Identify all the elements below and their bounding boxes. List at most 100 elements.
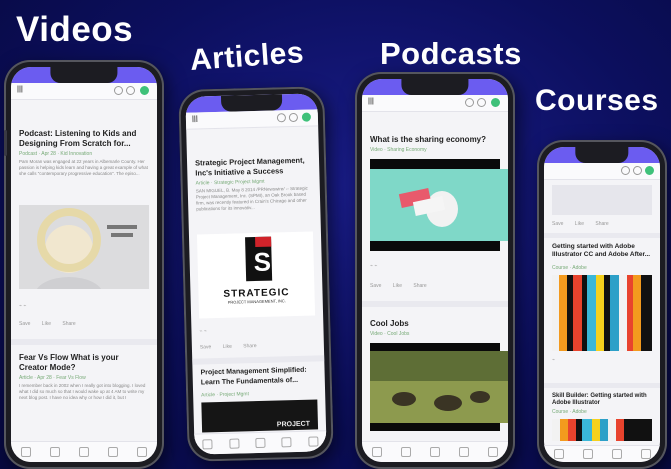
notch [575,147,629,163]
card-title[interactable]: What is the sharing economy? [370,135,500,145]
bottom-nav [11,441,157,462]
card-text: SAN MIGUEL, B. May 8 2014 /PRNewswire/ -… [195,185,308,212]
profile-icon[interactable] [491,98,500,107]
home-icon[interactable] [202,439,213,450]
view-count: ⌁ ⌁ [370,263,378,269]
profile-icon[interactable] [645,166,654,175]
search-icon[interactable] [276,113,287,123]
app-bar: ||| [11,83,157,100]
search-icon[interactable] [465,98,474,107]
headline-articles: Articles [188,36,306,77]
bottom-nav [544,445,660,462]
card-title[interactable]: Getting started with Adobe Illustrator C… [552,243,652,259]
share-button[interactable]: Share [243,343,256,349]
card-title[interactable]: Skill Builder: Getting started with Adob… [552,393,652,407]
app-bar: ||| [185,109,319,130]
view-count: ⌁ [552,357,556,363]
save-button[interactable]: Save [200,344,212,350]
people-icon[interactable] [640,449,651,459]
notification-icon[interactable] [288,112,299,123]
search-icon[interactable] [114,86,123,95]
article-image[interactable]: S STRATEGIC PROJECT MANAGEMENT, INC. [196,231,316,319]
library-icon[interactable] [255,437,266,449]
video-thumbnail[interactable] [370,159,508,251]
save-button[interactable]: Save [552,221,563,227]
people-icon[interactable] [281,437,292,448]
home-icon[interactable] [371,447,382,457]
video-thumbnail[interactable] [19,205,149,289]
share-button[interactable]: Share [595,221,608,227]
people-icon[interactable] [108,447,119,457]
notch [401,79,469,95]
card-title[interactable]: Strategic Project Management, Inc's Init… [195,156,311,179]
bottom-nav [194,430,327,455]
card-title[interactable]: Project Management Simplified: Learn The… [200,365,316,388]
course-thumbnail[interactable] [552,419,652,441]
explore-icon[interactable] [228,438,240,449]
phone-courses-screen: Save Like Share Getting started with Ado… [544,147,660,462]
card-actions: Save Like Share [552,221,652,227]
notification-icon[interactable] [126,86,135,95]
bottom-nav [362,441,508,462]
home-icon[interactable] [20,447,31,457]
card-divider [11,339,157,345]
article-banner[interactable]: PROJECT [201,399,319,433]
home-icon[interactable] [553,449,564,459]
svg-text:S: S [253,247,271,277]
phone-courses: Save Like Share Getting started with Ado… [537,140,667,469]
card-title[interactable]: Podcast: Listening to Kids and Designing… [19,129,149,149]
menu-icon[interactable] [308,436,319,447]
course-placeholder[interactable] [552,185,652,215]
search-icon[interactable] [621,166,630,175]
share-button[interactable]: Share [413,283,426,289]
phone-videos-screen: ||| Podcast: Listening to Kids and Desig… [11,67,157,462]
app-logo: ||| [368,98,374,105]
phone-videos: ||| Podcast: Listening to Kids and Desig… [4,60,164,469]
app-bar: ||| [362,95,508,112]
like-button[interactable]: Like [575,221,584,227]
menu-icon[interactable] [137,447,148,457]
library-icon[interactable] [611,449,622,459]
view-count: ⌁ ⌁ [19,303,27,309]
card-meta: Article · Strategic Project Mgmt [195,178,265,187]
people-icon[interactable] [459,447,470,457]
explore-icon[interactable] [582,449,593,459]
explore-icon[interactable] [400,447,411,457]
card-divider [544,383,660,388]
notification-icon[interactable] [633,166,642,175]
headline-podcasts: Podcasts [380,36,522,71]
like-button[interactable]: Like [223,344,232,350]
card-meta: Course · Adobe [552,265,587,271]
card-title[interactable]: Cool Jobs [370,319,500,329]
profile-icon[interactable] [301,112,312,122]
menu-icon[interactable] [488,447,499,457]
card-meta: Article · Project Mgmt [201,391,250,399]
view-count: ⌁ ⌁ [199,328,207,335]
like-button[interactable]: Like [393,283,402,289]
app-logo: ||| [17,86,23,93]
card-meta: Course · Adobe [552,409,587,415]
video-thumbnail[interactable] [370,343,508,431]
notification-icon[interactable] [477,98,486,107]
card-divider [362,301,508,307]
card-meta: Article · Apr 28 · Fear Vs Flow [19,375,86,381]
profile-icon[interactable] [140,86,149,95]
card-actions: Save Like Share [200,341,316,350]
share-button[interactable]: Share [62,321,75,327]
library-icon[interactable] [429,447,440,457]
phone-podcasts: ||| What is the sharing economy? Video ·… [355,72,515,469]
color-stripes-image [552,275,652,351]
banner-text: PROJECT [276,420,311,429]
phone-articles: ||| Strategic Project Management, Inc's … [178,86,334,462]
save-button[interactable]: Save [370,283,381,289]
card-meta: Video · Cool Jobs [370,331,410,337]
card-text: I remember back in 2002 when I really go… [19,383,146,400]
library-icon[interactable] [78,447,89,457]
save-button[interactable]: Save [19,321,30,327]
course-thumbnail[interactable] [552,275,652,351]
card-text: Pam Moran was engaged at 22 years in Alb… [19,159,148,176]
explore-icon[interactable] [49,447,60,457]
card-actions: Save Like Share [19,321,149,327]
like-button[interactable]: Like [42,321,51,327]
card-title[interactable]: Fear Vs Flow What is your Creator Mode? [19,353,149,373]
